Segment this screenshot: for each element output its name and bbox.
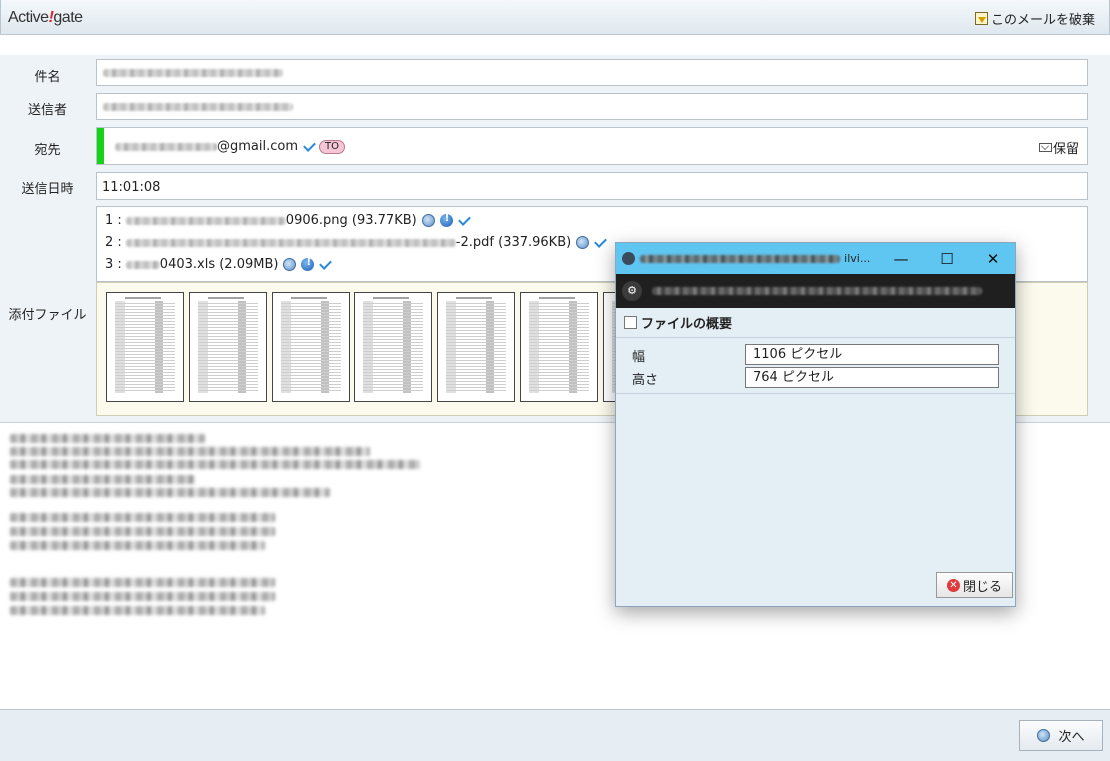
search-icon bbox=[1037, 729, 1051, 742]
page-thumbnail[interactable] bbox=[272, 292, 350, 402]
subject-field bbox=[96, 59, 1088, 86]
redacted-text bbox=[10, 447, 370, 456]
search-icon[interactable] bbox=[576, 236, 590, 249]
sender-label: 送信者 bbox=[27, 103, 67, 118]
recipient-field: @gmail.com TO 保留 bbox=[96, 127, 1088, 165]
redacted-text bbox=[10, 606, 265, 615]
hold-button[interactable]: 保留 bbox=[1038, 138, 1079, 157]
dialog-titlebar[interactable]: ilvi... — ☐ ✕ bbox=[616, 243, 1015, 274]
footer-bar: 次へ bbox=[0, 709, 1110, 761]
redacted-text bbox=[640, 254, 840, 263]
check-icon bbox=[319, 256, 333, 270]
page-thumbnail[interactable] bbox=[106, 292, 184, 402]
page-thumbnail[interactable] bbox=[520, 292, 598, 402]
logo: Active!gate bbox=[8, 9, 83, 26]
redacted-text bbox=[10, 475, 195, 484]
redacted-text bbox=[125, 260, 160, 269]
sent-time-label: 送信日時 bbox=[21, 182, 74, 197]
redacted-text bbox=[10, 488, 330, 497]
page-thumbnail[interactable] bbox=[437, 292, 515, 402]
close-button[interactable]: ✕ 閉じる bbox=[936, 572, 1013, 598]
dialog-address-bar: ⚙ bbox=[616, 274, 1015, 308]
height-value: 764 ピクセル bbox=[745, 367, 999, 388]
app-header: Active!gate このメールを破棄 bbox=[0, 0, 1110, 35]
attachment-label: 添付ファイル bbox=[8, 308, 87, 323]
redacted-text bbox=[10, 460, 420, 469]
width-value: 1106 ピクセル bbox=[745, 344, 999, 365]
recipient-indicator bbox=[97, 128, 104, 164]
search-icon[interactable] bbox=[421, 214, 435, 227]
file-summary-dialog: ilvi... — ☐ ✕ ⚙ ファイルの概要 幅 1106 ピクセル 高さ 7… bbox=[615, 242, 1016, 607]
envelope-icon bbox=[1038, 143, 1052, 152]
redacted-text bbox=[125, 238, 456, 247]
attachment-item[interactable]: 1 : 0906.png (93.77KB) bbox=[105, 212, 474, 228]
sent-time-field: 11:01:08 bbox=[96, 172, 1088, 200]
discard-icon bbox=[974, 12, 988, 25]
page-thumbnail[interactable] bbox=[354, 292, 432, 402]
attachment-item[interactable]: 2 : -2.pdf (337.96KB) bbox=[105, 234, 610, 250]
discard-mail-button[interactable]: このメールを破棄 bbox=[974, 9, 1095, 28]
redacted-text bbox=[652, 287, 982, 295]
redacted-text bbox=[10, 434, 205, 443]
page-thumbnail[interactable] bbox=[189, 292, 267, 402]
sender-field bbox=[96, 93, 1088, 120]
redacted-text bbox=[125, 216, 286, 225]
info-icon[interactable] bbox=[439, 213, 453, 227]
recipient-entry: @gmail.com TO bbox=[115, 138, 345, 154]
height-row: 高さ 764 ピクセル bbox=[616, 365, 1015, 389]
dialog-heading: ファイルの概要 bbox=[616, 308, 1015, 338]
search-icon[interactable] bbox=[283, 258, 297, 271]
redacted-text bbox=[103, 69, 283, 77]
redacted-text bbox=[103, 103, 293, 111]
minimize-icon[interactable]: — bbox=[889, 249, 913, 269]
check-icon bbox=[457, 212, 471, 226]
info-icon[interactable] bbox=[301, 257, 315, 271]
next-button[interactable]: 次へ bbox=[1019, 720, 1103, 751]
close-window-icon[interactable]: ✕ bbox=[981, 249, 1005, 269]
check-icon bbox=[594, 234, 608, 248]
recipient-label: 宛先 bbox=[34, 143, 61, 158]
width-row: 幅 1106 ピクセル bbox=[616, 342, 1015, 366]
site-settings-icon[interactable]: ⚙ bbox=[622, 281, 642, 301]
to-badge: TO bbox=[319, 139, 345, 154]
redacted-text bbox=[10, 592, 275, 601]
redacted-text bbox=[10, 541, 265, 550]
document-search-icon bbox=[624, 316, 637, 329]
globe-icon bbox=[622, 252, 635, 265]
subject-label: 件名 bbox=[34, 70, 61, 85]
redacted-text bbox=[115, 142, 217, 151]
maximize-icon[interactable]: ☐ bbox=[935, 249, 959, 269]
redacted-text bbox=[10, 513, 275, 522]
attachment-item[interactable]: 3 : 0403.xls (2.09MB) bbox=[105, 256, 335, 272]
divider bbox=[616, 393, 1015, 394]
check-icon bbox=[303, 138, 316, 152]
redacted-text bbox=[10, 527, 275, 536]
redacted-text bbox=[10, 578, 275, 587]
close-icon: ✕ bbox=[946, 578, 960, 592]
